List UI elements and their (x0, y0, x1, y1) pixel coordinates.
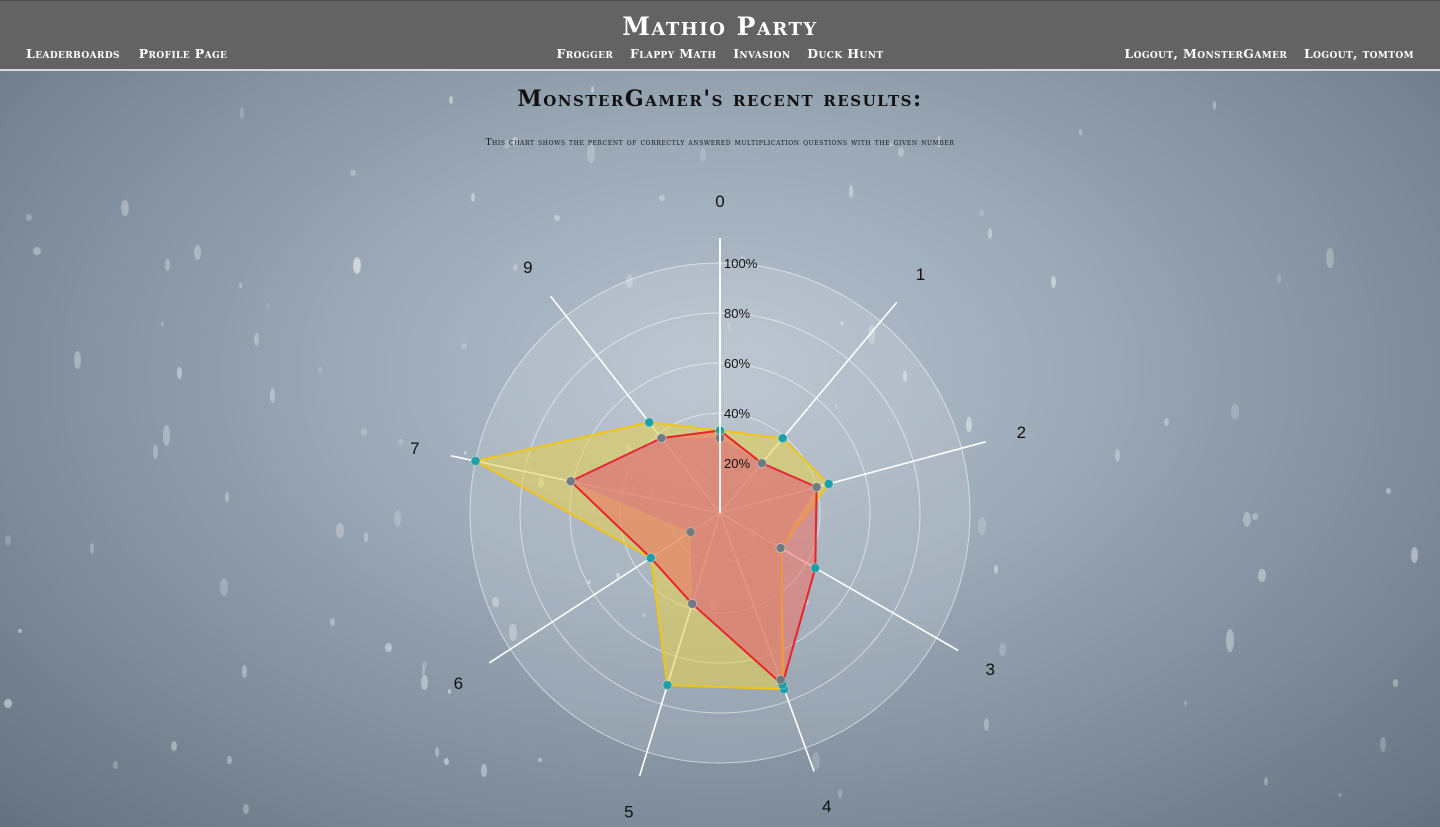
category-label-9: 9 (523, 258, 532, 277)
category-label-4: 4 (822, 797, 831, 816)
series-1-point-7 (470, 456, 481, 466)
series-2-point-6 (645, 552, 656, 563)
category-label-7: 7 (410, 439, 419, 458)
category-label-1: 1 (916, 265, 925, 284)
radar-chart: 20% 40% 60% 80% 100% 0 1 2 3 4 5 6 7 9 (410, 192, 1026, 821)
category-label-5: 5 (624, 802, 633, 821)
radial-tick-label: 100% (724, 256, 758, 271)
series-3-point-2 (811, 482, 822, 493)
series-1-point-2 (823, 478, 834, 489)
category-label-0: 0 (715, 192, 724, 211)
series-3-point-3 (775, 543, 786, 553)
series-2-point-3 (810, 563, 821, 573)
series-1-point-5 (662, 680, 673, 691)
category-label-6: 6 (454, 674, 463, 693)
category-label-3: 3 (985, 660, 994, 679)
series-1-point-1 (777, 433, 788, 444)
series-3-point-7 (565, 476, 576, 487)
radial-tick-label: 80% (724, 306, 750, 321)
radial-tick-label: 40% (724, 406, 750, 421)
series-3-point-4 (775, 674, 786, 685)
category-label-2: 2 (1017, 423, 1026, 442)
series-1-point-9 (644, 417, 655, 428)
series-3-point-6 (685, 527, 696, 538)
series-3-point-5 (687, 598, 698, 609)
radial-tick-label: 20% (724, 456, 750, 471)
series-3-point-1 (756, 458, 767, 469)
series-3-point-9 (656, 433, 667, 444)
radial-tick-label: 60% (724, 356, 750, 371)
